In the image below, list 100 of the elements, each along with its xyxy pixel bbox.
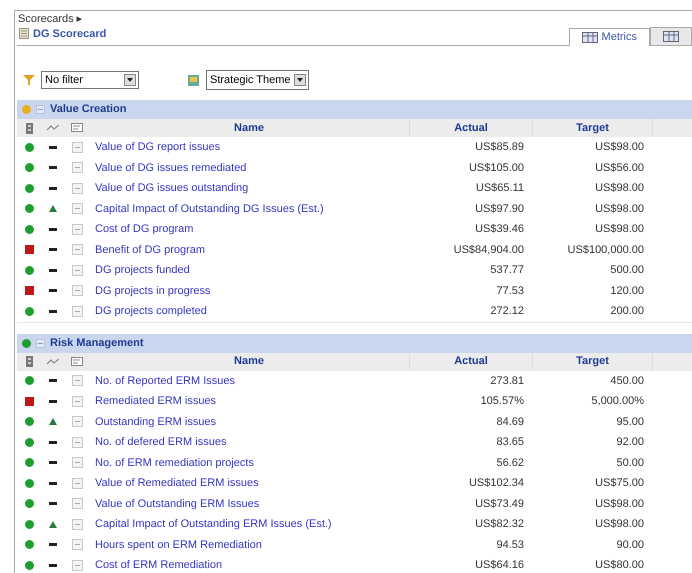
section-title[interactable]: Risk Management (50, 334, 144, 352)
note-icon[interactable] (72, 142, 82, 153)
target-value: 450.00 (610, 374, 644, 386)
scorecard-title: DG Scorecard (33, 26, 106, 42)
target-value: US$98.00 (595, 518, 644, 530)
actual-value: 56.62 (496, 456, 524, 468)
grid-icon (582, 32, 598, 43)
actual-value: US$97.90 (475, 202, 524, 214)
target-value: 500.00 (610, 264, 644, 276)
trend-column-icon (47, 358, 59, 364)
trend-column-icon (47, 125, 59, 131)
section-title[interactable]: Value Creation (50, 101, 126, 118)
target-value: US$75.00 (595, 477, 644, 489)
target-value: 95.00 (616, 416, 644, 428)
actual-value: 83.65 (496, 436, 524, 448)
tab[interactable]: Metrics (568, 28, 650, 46)
status-column-icon (26, 122, 32, 134)
column-header[interactable]: Name (89, 120, 409, 136)
target-value: 120.00 (610, 284, 644, 296)
target-value: US$98.00 (595, 223, 644, 235)
metric-link[interactable]: Outstanding ERM issues (95, 416, 216, 428)
note-icon[interactable] (72, 375, 82, 386)
note-column-icon (71, 356, 83, 366)
metric-link[interactable]: DG projects funded (95, 264, 190, 276)
target-value: US$100,000.00 (568, 244, 644, 256)
metric-link[interactable]: Cost of DG program (95, 223, 194, 235)
collapse-toggle[interactable] (36, 105, 45, 114)
metric-link[interactable]: Value of DG issues remediated (95, 162, 246, 174)
tab[interactable] (650, 27, 692, 45)
column-header[interactable]: Target (532, 120, 652, 136)
note-icon[interactable] (72, 518, 82, 530)
note-icon[interactable] (72, 416, 82, 428)
actual-value: US$64.16 (475, 559, 524, 571)
actual-value: US$39.46 (475, 223, 524, 235)
actual-value: US$82.32 (475, 518, 524, 530)
note-icon[interactable] (72, 478, 82, 489)
note-icon[interactable] (72, 396, 82, 407)
target-value: US$98.00 (595, 141, 644, 153)
grid-icon (663, 31, 679, 42)
target-value: US$56.00 (595, 162, 644, 174)
note-icon[interactable] (72, 539, 82, 550)
actual-value: US$105.00 (468, 162, 524, 174)
note-icon[interactable] (72, 436, 82, 448)
actual-value: US$73.49 (475, 498, 524, 510)
actual-value: US$85.89 (475, 141, 524, 153)
target-value: 92.00 (616, 436, 644, 448)
note-icon[interactable] (72, 457, 82, 468)
caret-icon (294, 74, 306, 86)
column-header[interactable]: Actual (409, 120, 532, 136)
metric-link[interactable]: Hours spent on ERM Remediation (95, 538, 262, 550)
metric-link[interactable]: Remediated ERM issues (95, 395, 216, 407)
metric-link[interactable]: Benefit of DG program (95, 244, 206, 256)
actual-value: US$84,904.00 (454, 244, 524, 256)
collapse-toggle[interactable] (36, 338, 45, 348)
metric-link[interactable]: Cost of ERM Remediation (95, 559, 222, 571)
note-icon[interactable] (72, 560, 82, 571)
column-header[interactable]: Actual (409, 353, 532, 370)
column-header[interactable]: Target (532, 353, 652, 370)
note-icon[interactable] (72, 182, 82, 194)
actual-value: US$65.11 (476, 182, 524, 194)
actual-value: US$102.34 (468, 477, 524, 489)
target-value: US$98.00 (595, 498, 644, 510)
status-column-icon (26, 356, 32, 367)
grouping-dropdown[interactable]: Strategic Theme (206, 70, 309, 90)
target-value: 200.00 (610, 305, 644, 317)
metric-link[interactable]: No. of ERM remediation projects (95, 456, 254, 468)
note-icon[interactable] (72, 498, 82, 510)
actual-value: 273.81 (490, 374, 524, 386)
metric-link[interactable]: Capital Impact of Outstanding ERM Issues (Est.) (95, 518, 332, 530)
note-column-icon (71, 123, 83, 133)
metric-link[interactable]: Value of DG report issues (95, 141, 220, 153)
target-value: 90.00 (616, 538, 644, 550)
note-icon[interactable] (72, 285, 82, 296)
note-icon[interactable] (72, 224, 82, 235)
actual-value: 105.57% (480, 395, 524, 407)
metric-link[interactable]: No. of defered ERM issues (95, 436, 226, 448)
metric-link[interactable]: Value of Remediated ERM issues (95, 477, 259, 489)
actual-value: 84.69 (496, 416, 524, 428)
actual-value: 537.77 (490, 264, 524, 276)
filter-icon (23, 74, 35, 86)
metric-link[interactable]: Value of Outstanding ERM Issues (95, 498, 260, 510)
scorecard-icon (19, 28, 29, 40)
group-icon (187, 74, 200, 86)
metric-link[interactable]: Value of DG issues outstanding (95, 182, 248, 194)
metric-link[interactable]: No. of Reported ERM Issues (95, 374, 236, 386)
note-icon[interactable] (72, 162, 82, 174)
note-icon[interactable] (72, 244, 82, 256)
breadcrumb-link[interactable]: Scorecards ▸ (18, 13, 83, 25)
note-icon[interactable] (72, 264, 82, 276)
target-value: 50.00 (616, 456, 644, 468)
metric-link[interactable]: Capital Impact of Outstanding DG Issues (Est.) (95, 202, 324, 214)
note-icon[interactable] (72, 306, 82, 317)
actual-value: 272.12 (490, 305, 524, 317)
note-icon[interactable] (72, 203, 82, 214)
metric-link[interactable]: DG projects completed (95, 305, 207, 317)
filter-dropdown[interactable]: No filter (41, 71, 139, 89)
target-value: US$98.00 (595, 202, 644, 214)
metric-link[interactable]: DG projects in progress (95, 284, 211, 296)
column-header[interactable]: Name (89, 353, 409, 370)
actual-value: 94.53 (496, 538, 524, 550)
